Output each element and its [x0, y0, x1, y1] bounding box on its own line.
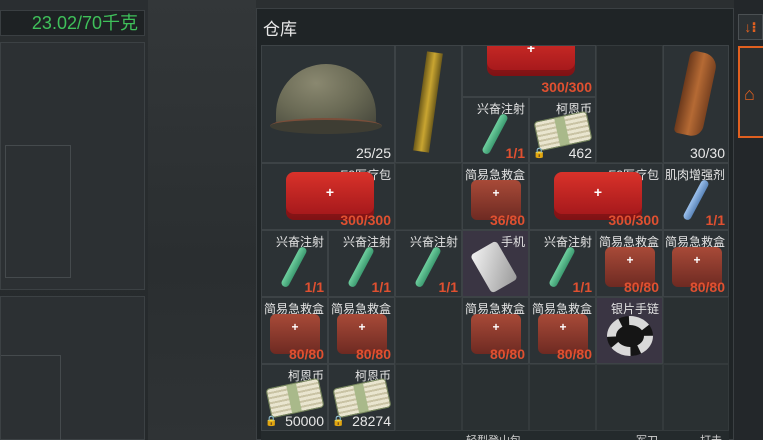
background-divider: [148, 0, 256, 440]
backpack-slot-area: [0, 296, 145, 440]
item-count: 1/1: [304, 279, 324, 295]
equipment-slot[interactable]: [5, 145, 71, 278]
item-count: 1/1: [705, 212, 725, 228]
empty-slot[interactable]: [663, 297, 729, 364]
item-count: 25/25: [355, 145, 391, 161]
empty-slot[interactable]: [462, 364, 529, 431]
equipment-slot-area: [0, 42, 145, 290]
lock-icon: 🔒: [533, 148, 546, 159]
backpack-slot[interactable]: [1, 355, 61, 440]
item-count: 300/300: [340, 212, 391, 228]
partial-item-name: 轻型登山包: [466, 432, 521, 440]
item-count: 1/1: [438, 279, 458, 295]
item-gold-rod[interactable]: [395, 45, 462, 163]
empty-slot[interactable]: [596, 364, 663, 431]
item-first-aid-box[interactable]: 简易急救盒 + 80/80: [328, 297, 395, 364]
item-count: 80/80: [489, 346, 525, 362]
item-name: 手机: [500, 235, 525, 249]
warehouse-title: 仓库: [263, 20, 297, 39]
item-count: 50000: [285, 413, 324, 429]
partial-item-name: 军刀: [636, 432, 658, 440]
bracelet-icon: [607, 316, 653, 356]
warehouse-grid: 25/25 + 300/300 兴奋注射 1/1 柯恩币 🔒 462 30/30: [261, 45, 729, 440]
item-medkit[interactable]: + 300/300: [462, 45, 596, 97]
item-first-aid-box[interactable]: 简易急救盒 + 80/80: [529, 297, 596, 364]
empty-slot[interactable]: [596, 45, 663, 163]
medkit-icon: +: [487, 46, 575, 76]
character-panel: 23.02/70千克: [0, 0, 148, 440]
item-name: 肌肉增强剂: [664, 168, 725, 182]
item-e3-medkit[interactable]: E3医疗包 + 300/300: [261, 163, 395, 230]
warehouse-panel: 仓库 25/25 + 300/300 兴奋注射 1/1 柯恩币 🔒 462 30…: [256, 8, 734, 440]
item-count: 80/80: [623, 279, 659, 295]
partial-item-name: 打击: [700, 432, 722, 440]
item-count: 36/80: [489, 212, 525, 228]
item-count: 80/80: [556, 346, 592, 362]
item-helmet[interactable]: 25/25: [261, 45, 395, 163]
empty-slot[interactable]: [395, 364, 462, 431]
magazine-icon: [673, 50, 719, 138]
home-icon: ⌂: [744, 84, 755, 104]
item-coin[interactable]: 柯恩币 🔒 28274: [328, 364, 395, 431]
helmet-icon: [270, 64, 382, 134]
item-first-aid-box[interactable]: 简易急救盒 + 36/80: [462, 163, 529, 230]
empty-slot[interactable]: [395, 163, 462, 230]
item-count: 1/1: [505, 145, 525, 161]
item-count: 462: [568, 145, 592, 161]
item-first-aid-box[interactable]: 简易急救盒 + 80/80: [663, 230, 729, 297]
item-count: 80/80: [689, 279, 725, 295]
item-first-aid-box[interactable]: 简易急救盒 + 80/80: [596, 230, 663, 297]
item-stim-syringe[interactable]: 兴奋注射 1/1: [462, 97, 529, 163]
empty-slot[interactable]: [663, 364, 729, 431]
empty-slot[interactable]: [529, 364, 596, 431]
item-count: 30/30: [689, 145, 725, 161]
item-stim-syringe[interactable]: 兴奋注射 1/1: [261, 230, 328, 297]
weight-indicator: 23.02/70千克: [0, 10, 145, 36]
item-count: 1/1: [572, 279, 592, 295]
sort-button[interactable]: ↓⁝: [738, 14, 763, 40]
empty-slot[interactable]: [395, 297, 462, 364]
item-stim-syringe[interactable]: 兴奋注射 1/1: [529, 230, 596, 297]
rod-icon: [413, 51, 443, 153]
item-count: 300/300: [541, 79, 592, 95]
item-name: 银片手链: [610, 302, 659, 316]
item-coin[interactable]: 柯恩币 🔒 462: [529, 97, 596, 163]
item-stim-syringe[interactable]: 兴奋注射 1/1: [395, 230, 462, 297]
item-count: 300/300: [608, 212, 659, 228]
tab-home[interactable]: ⌂: [738, 46, 763, 138]
item-coin[interactable]: 柯恩币 🔒 50000: [261, 364, 328, 431]
item-count: 28274: [352, 413, 391, 429]
item-silver-bracelet[interactable]: 银片手链: [596, 297, 663, 364]
item-magazine[interactable]: 30/30: [663, 45, 729, 163]
item-muscle-booster[interactable]: 肌肉增强剂 1/1: [663, 163, 729, 230]
item-phone[interactable]: 手机: [462, 230, 529, 297]
item-first-aid-box[interactable]: 简易急救盒 + 80/80: [462, 297, 529, 364]
item-stim-syringe[interactable]: 兴奋注射 1/1: [328, 230, 395, 297]
item-e3-medkit[interactable]: E3医疗包 + 300/300: [529, 163, 663, 230]
lock-icon: 🔒: [265, 416, 278, 427]
item-count: 80/80: [355, 346, 391, 362]
item-count: 1/1: [371, 279, 391, 295]
lock-icon: 🔒: [332, 416, 345, 427]
item-count: 80/80: [288, 346, 324, 362]
item-first-aid-box[interactable]: 简易急救盒 + 80/80: [261, 297, 328, 364]
